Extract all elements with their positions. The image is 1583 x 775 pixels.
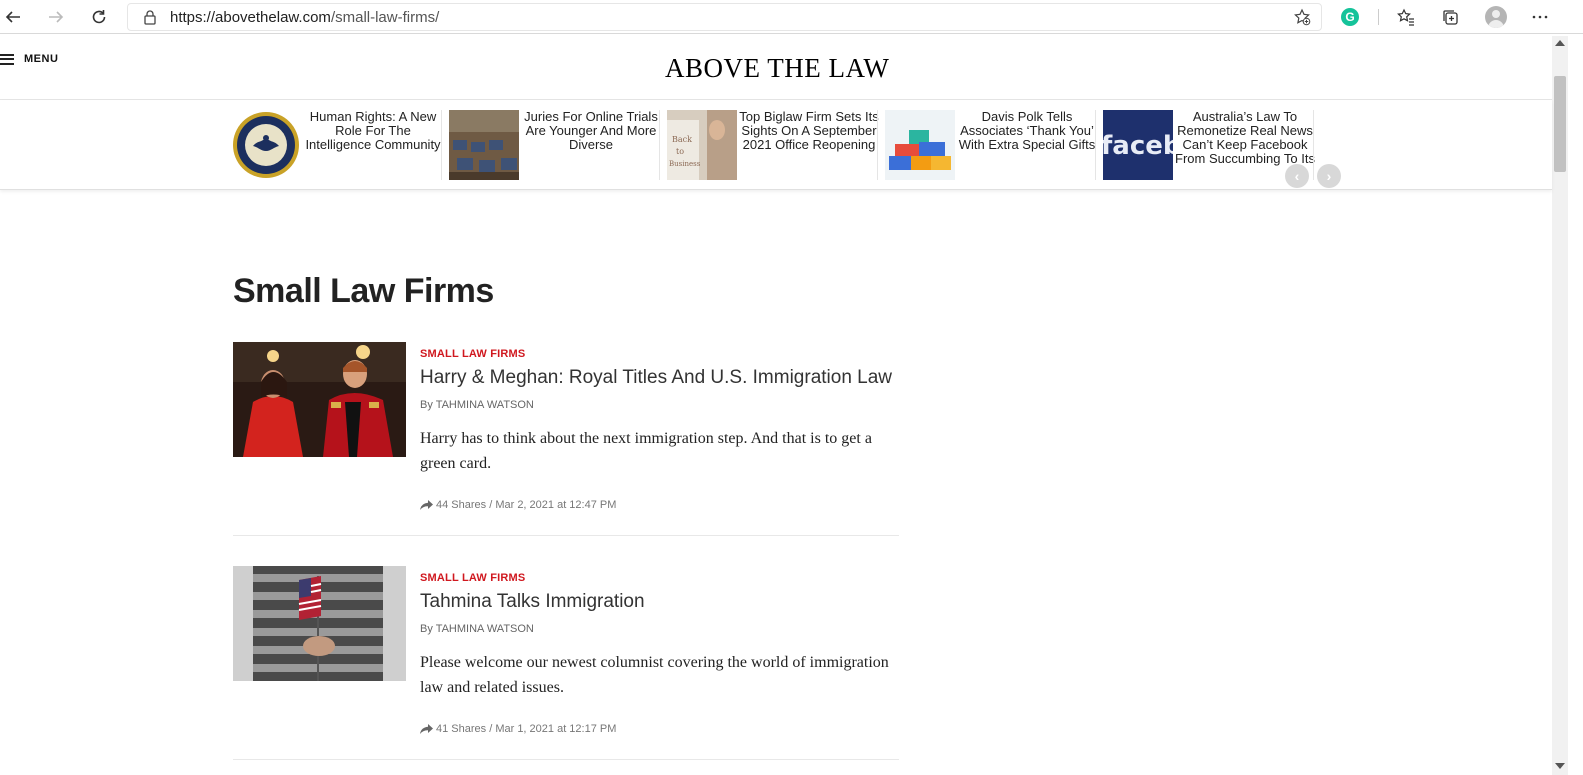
toolbar-divider [1378,9,1379,25]
trending-item[interactable]: Back to Business Top Biglaw Firm Sets Its … [667,110,885,182]
refresh-icon [92,10,106,24]
courtroom-image [449,110,519,180]
article-image[interactable] [233,566,406,681]
hamburger-menu-icon [0,53,14,65]
trending-divider [659,110,660,180]
profile-avatar-icon [1485,6,1507,28]
article-byline[interactable]: By TAHMINA WATSON [420,623,534,635]
trending-divider [877,110,878,180]
back-to-business-image: Back to Business [667,110,737,180]
article-title[interactable]: Tahmina Talks Immigration [420,591,645,613]
article-excerpt: Please welcome our newest columnist cove… [420,654,889,696]
forward-button[interactable] [43,5,69,29]
trending-title[interactable]: Top Biglaw Firm Sets Its Sights On A Sep… [739,110,879,180]
refresh-button[interactable] [86,5,112,29]
chevron-left-icon: ‹ [1294,168,1300,184]
article-title[interactable]: Harry & Meghan: Royal Titles And U.S. Im… [420,367,892,389]
menu-button[interactable]: MENU [0,51,58,67]
facebook-thumb-text: faceb [1103,131,1173,161]
article-meta: 44 Shares / Mar 2, 2021 at 12:47 PM [420,499,616,511]
trending-title[interactable]: Human Rights: A New Role For The Intelli… [303,110,443,180]
trending-title[interactable]: Juries For Online Trials Are Younger And… [521,110,661,180]
article-category[interactable]: SMALL LAW FIRMS [420,348,525,360]
collections-icon [1443,10,1458,25]
facebook-image: faceb [1103,110,1173,180]
back-arrow-icon [5,11,20,23]
settings-more-button[interactable] [1528,5,1552,29]
article-card: SMALL LAW FIRMS Harry & Meghan: Royal Ti… [233,342,899,536]
chevron-right-icon: › [1326,168,1332,184]
url-text[interactable]: https://abovethelaw.com/small-law-firms/ [170,9,439,26]
browser-toolbar: https://abovethelaw.com/small-law-firms/… [0,0,1583,34]
more-dots-icon [1532,15,1548,19]
share-icon[interactable] [420,724,433,734]
gift-boxes-image [885,110,955,180]
trending-title[interactable]: Davis Polk Tells Associates ‘Thank You’ … [957,110,1097,180]
site-logo[interactable]: ABOVE THE LAW [665,53,889,84]
forward-arrow-icon [49,11,64,23]
seal-icon [231,110,301,180]
url-path: /small-law-firms/ [330,9,440,26]
favorites-star-icon [1397,8,1414,26]
share-icon[interactable] [420,500,433,510]
svg-text:Business: Business [669,160,701,168]
carousel-next-button[interactable]: › [1317,164,1341,188]
lock-icon[interactable] [142,9,158,25]
article-category[interactable]: SMALL LAW FIRMS [420,572,525,584]
trending-divider [1313,110,1314,180]
article-excerpt: Harry has to think about the next immigr… [420,430,872,472]
svg-text:Back: Back [672,135,692,144]
scrollbar-thumb[interactable] [1554,76,1566,172]
carousel-prev-button[interactable]: ‹ [1285,164,1309,188]
trending-item[interactable]: Human Rights: A New Role For The Intelli… [231,110,449,182]
page-title: Small Law Firms [233,272,494,310]
back-button[interactable] [0,5,26,29]
scroll-down-arrow-icon[interactable] [1555,763,1565,769]
article-meta: 41 Shares / Mar 1, 2021 at 12:17 PM [420,723,616,735]
scroll-up-arrow-icon[interactable] [1555,40,1565,46]
favorites-button[interactable] [1394,5,1418,29]
article-meta-text: 41 Shares / Mar 1, 2021 at 12:17 PM [436,723,617,735]
article-image[interactable] [233,342,406,457]
svg-text:to: to [676,147,684,156]
trending-divider [441,110,442,180]
url-host: https://abovethelaw.com [170,9,331,26]
trending-divider [1095,110,1096,180]
page-scrollbar[interactable] [1552,36,1568,775]
article-card: SMALL LAW FIRMS Tahmina Talks Immigratio… [233,566,899,760]
site-header: MENU ABOVE THE LAW [0,36,1552,100]
menu-label: MENU [24,53,59,65]
grammarly-extension-button[interactable]: G [1338,5,1362,29]
profile-button[interactable] [1484,5,1508,29]
grammarly-icon: G [1341,8,1359,26]
trending-item[interactable]: Davis Polk Tells Associates ‘Thank You’ … [885,110,1103,182]
add-favorite-icon[interactable] [1293,8,1311,26]
trending-item[interactable]: Juries For Online Trials Are Younger And… [449,110,667,182]
article-meta-text: 44 Shares / Mar 2, 2021 at 12:47 PM [436,499,617,511]
collections-button[interactable] [1438,5,1462,29]
address-bar[interactable]: https://abovethelaw.com/small-law-firms/ [127,3,1322,31]
article-byline[interactable]: By TAHMINA WATSON [420,399,534,411]
